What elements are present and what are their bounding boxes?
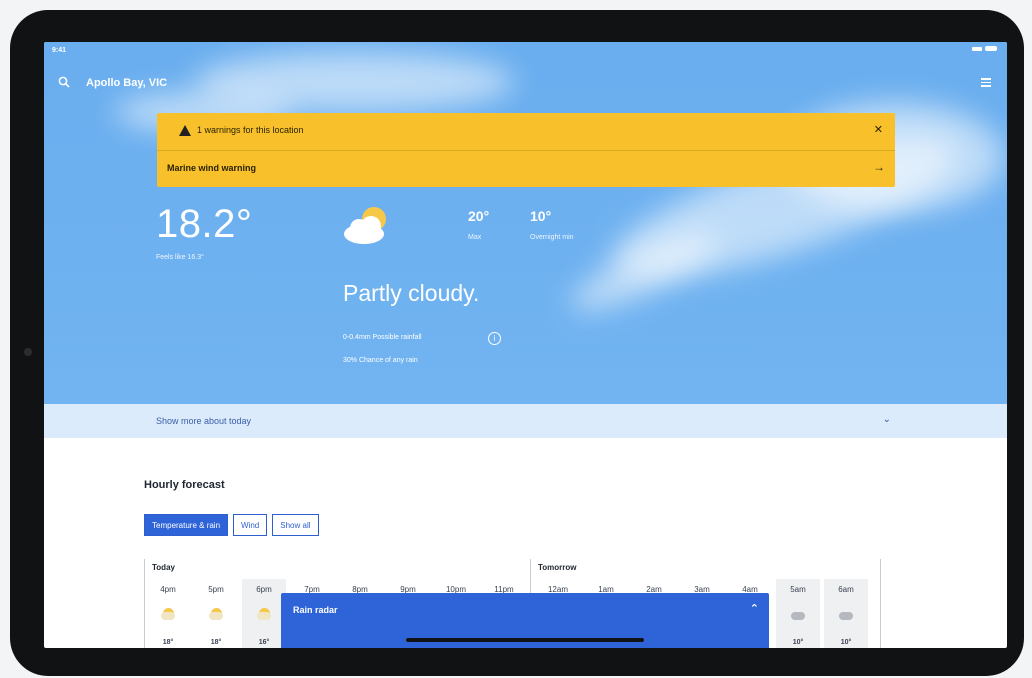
cloud-icon <box>837 607 855 621</box>
location-title[interactable]: Apollo Bay, VIC <box>86 77 167 89</box>
radar-title[interactable]: Rain radar <box>293 605 338 615</box>
hour-temperature: 18° <box>162 639 174 646</box>
day-label-today: Today <box>152 563 175 572</box>
hour-temperature: 10° <box>792 639 804 646</box>
hour-column: 6am 10° <box>824 579 868 648</box>
hour-label: 5am <box>790 585 806 594</box>
warning-triangle-icon <box>179 125 191 136</box>
battery-icon <box>985 46 997 51</box>
hour-label: 6pm <box>256 585 272 594</box>
sky-header: 9:41 Apollo Bay, VIC 1 warnings for this… <box>44 42 1007 404</box>
partly-cloudy-icon <box>344 207 386 244</box>
current-temperature: 18.2° <box>156 202 253 246</box>
home-indicator <box>406 638 644 642</box>
signal-icon <box>972 46 982 51</box>
hour-temperature: 16° <box>258 639 270 646</box>
tab-temperature-rain[interactable]: Temperature & rain <box>144 514 229 536</box>
menu-icon[interactable] <box>981 76 993 88</box>
app-screen: 9:41 Apollo Bay, VIC 1 warnings for this… <box>44 42 1007 648</box>
hour-temperature: 18° <box>210 639 222 646</box>
status-indicators <box>972 46 997 51</box>
cloud-icon <box>789 607 807 621</box>
day-label-tomorrow: Tomorrow <box>538 563 577 572</box>
info-icon[interactable]: i <box>488 332 501 345</box>
section-title: Hourly forecast <box>144 479 225 491</box>
tab-show-all[interactable]: Show all <box>272 514 319 536</box>
min-temperature: 10° <box>530 208 552 224</box>
hour-column: 5pm 18° <box>194 579 238 648</box>
warning-summary-row: 1 warnings for this location ✕ <box>157 113 895 151</box>
sun-cloud-icon <box>159 607 177 621</box>
hour-column: 4pm 18° <box>146 579 190 648</box>
chevron-down-icon[interactable]: ⌄ <box>883 414 891 425</box>
camera-dot <box>24 348 32 356</box>
min-label: Overnight min <box>530 234 574 241</box>
warning-summary: 1 warnings for this location <box>197 125 304 135</box>
day-divider <box>144 559 145 648</box>
hour-label: 5pm <box>208 585 224 594</box>
hour-temperature: 10° <box>840 639 852 646</box>
show-more-label[interactable]: Show more about today <box>156 416 251 426</box>
arrow-right-icon[interactable]: → <box>873 160 885 174</box>
warning-banner: 1 warnings for this location ✕ Marine wi… <box>157 113 895 187</box>
max-temperature: 20° <box>468 208 490 224</box>
show-more-row[interactable]: Show more about today ⌄ <box>44 404 1007 438</box>
hour-label: 4pm <box>160 585 176 594</box>
warning-link[interactable]: Marine wind warning <box>167 163 256 173</box>
tab-wind[interactable]: Wind <box>233 514 268 536</box>
forecast-tabs: Temperature & rain Wind Show all <box>144 514 319 536</box>
status-time: 9:41 <box>52 47 67 54</box>
rain-amount: 0-0.4mm Possible rainfall <box>343 334 422 341</box>
max-label: Max <box>468 234 482 241</box>
tablet-stage: 9:41 Apollo Bay, VIC 1 warnings for this… <box>0 0 1032 678</box>
hour-column: 6pm 16° <box>242 579 286 648</box>
sun-cloud-icon <box>255 607 273 621</box>
hour-label: 6am <box>838 585 854 594</box>
day-divider <box>880 559 881 648</box>
condition-text: Partly cloudy. <box>343 280 480 306</box>
feels-like: Feels like 16.3° <box>156 254 204 261</box>
close-icon[interactable]: ✕ <box>874 123 883 136</box>
search-icon[interactable] <box>58 76 70 88</box>
sun-cloud-icon <box>207 607 225 621</box>
chevron-up-icon[interactable]: ⌃ <box>750 602 759 615</box>
rain-chance: 30% Chance of any rain <box>343 357 418 364</box>
top-bar: Apollo Bay, VIC <box>44 70 1007 96</box>
hour-column: 5am 10° <box>776 579 820 648</box>
warning-link-row[interactable]: Marine wind warning → <box>157 150 895 187</box>
